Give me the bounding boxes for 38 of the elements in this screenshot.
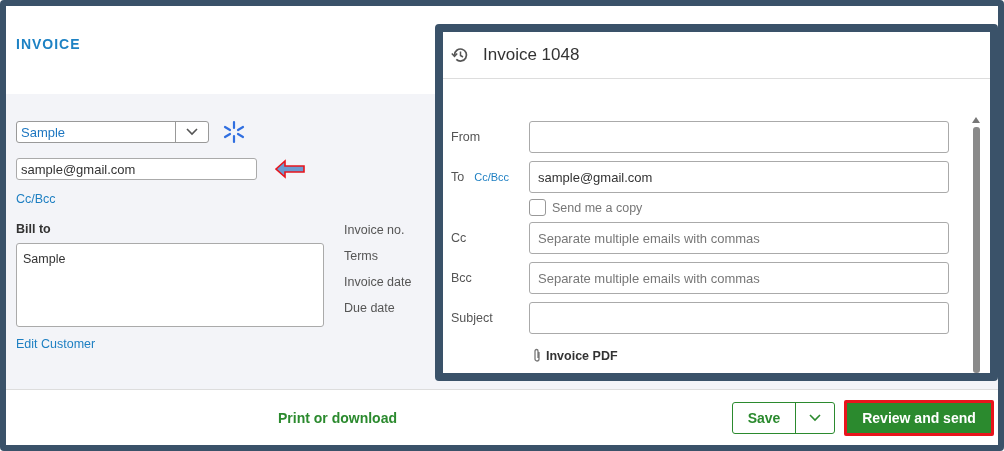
save-split-button[interactable]: Save [732,401,835,434]
checkbox-label: Send me a copy [552,200,643,215]
arrow-icon [275,159,305,179]
field-label: To [451,170,465,184]
field-label: Due date [344,300,396,317]
bill-to-label: Bill to [16,222,52,236]
email-field[interactable]: sample@gmail.com [16,158,257,180]
field-label: Terms [344,248,380,265]
cc-bcc-link[interactable]: Cc/Bcc [16,192,56,206]
caret-icon [809,413,821,422]
caret-icon [186,128,198,136]
panel-title: Invoice 1048 [483,45,580,65]
field-label: Subject [451,311,493,325]
cc-bcc-link[interactable]: Cc/Bcc [474,171,510,183]
input-field[interactable] [529,302,949,334]
paperclip-icon [533,348,541,363]
scrollbar[interactable] [971,117,981,373]
input-field[interactable]: Separate multiple emails with commas [529,262,949,294]
input-field[interactable] [529,121,949,153]
print-link[interactable]: Print or download [278,409,397,426]
checkbox[interactable] [529,199,546,216]
field-label: Invoice date [344,274,412,291]
field-label: Invoice no. [344,222,406,239]
input-field[interactable]: Separate multiple emails with commas [529,222,949,254]
bill-to-field[interactable]: Sample [16,243,324,327]
history-icon [451,46,469,64]
page-title: INVOICE [16,36,81,52]
customer-dropdown[interactable]: Sample [16,121,209,143]
scroll-up-icon[interactable] [972,117,980,123]
field-label: From [451,130,481,144]
attachment-link[interactable]: Invoice PDF [546,348,618,363]
input-field[interactable]: sample@gmail.com [529,161,949,193]
field-label: Bcc [451,271,472,285]
save-button[interactable]: Save [733,402,796,433]
field-label: Cc [451,231,467,245]
review-and-send-button[interactable]: Review and send [844,399,994,436]
sparkle-icon [223,120,245,144]
edit-customer-link[interactable]: Edit Customer [16,337,96,351]
